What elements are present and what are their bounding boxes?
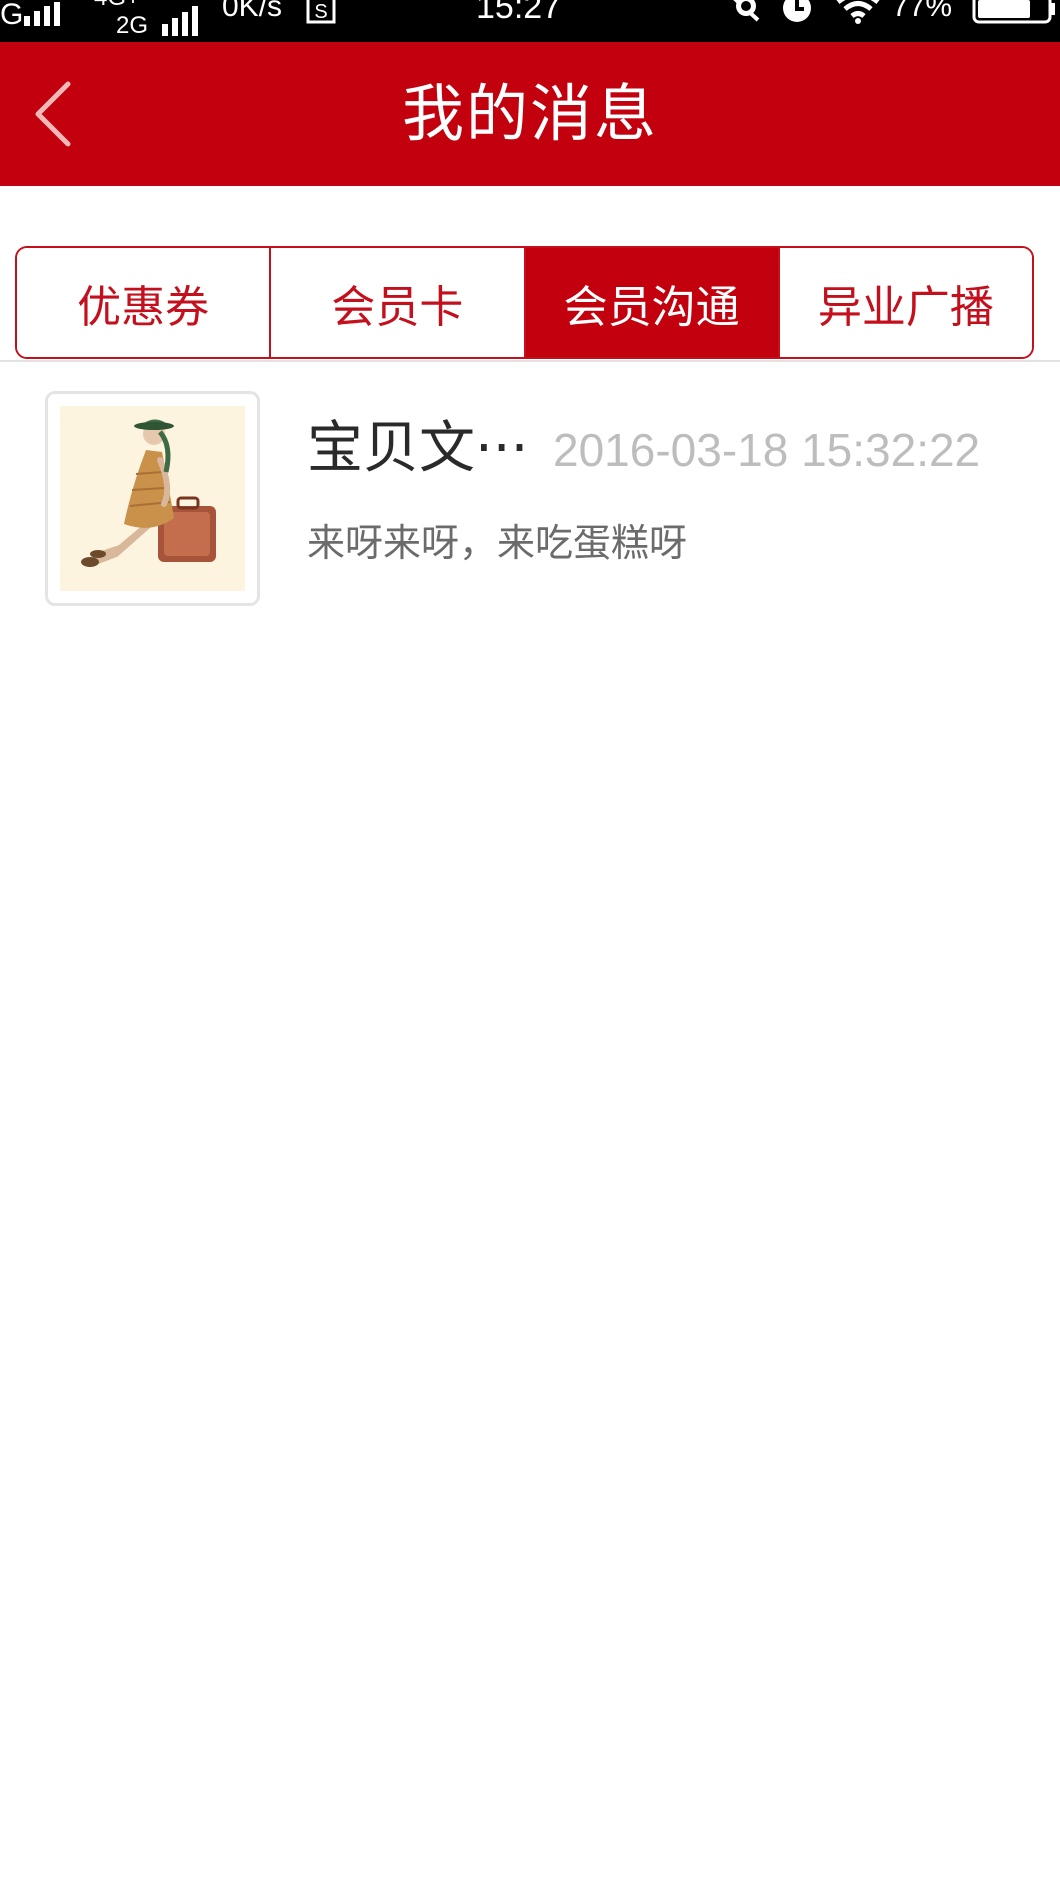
storage-s-icon: S	[306, 0, 336, 24]
tab-member-card[interactable]: 会员卡	[271, 248, 526, 357]
message-sender: 宝贝文···	[307, 416, 529, 481]
message-list-item[interactable]: 宝贝文··· 2016-03-18 15:32:22 来呀来呀，来吃蛋糕呀	[0, 362, 1060, 622]
wifi-icon	[836, 0, 880, 24]
tab-coupons[interactable]: 优惠券	[17, 248, 272, 357]
page-title: 我的消息	[401, 77, 658, 150]
avatar-illustration	[60, 406, 245, 591]
signal-strength-icon-2	[162, 6, 198, 36]
category-tabs: 优惠券 会员卡 会员沟通 异业广播	[15, 246, 1034, 359]
signal-label: G	[0, 0, 24, 31]
message-timestamp: 2016-03-18 15:32:22	[553, 424, 981, 476]
avatar	[45, 391, 260, 606]
svg-text:S: S	[314, 1, 327, 23]
network-type-bottom: 2G	[116, 12, 149, 39]
battery-percent: 77%	[892, 0, 953, 23]
message-preview: 来呀来呀，来吃蛋糕呀	[307, 521, 688, 565]
tab-member-communication[interactable]: 会员沟通	[525, 248, 780, 357]
battery-icon	[972, 0, 1055, 24]
app-header: 我的消息	[0, 42, 1060, 186]
network-speed: 0K/s	[222, 0, 283, 23]
alarm-clock-icon	[783, 0, 811, 22]
vibrate-icon	[733, 0, 760, 22]
network-type-top: 4G+	[94, 0, 140, 10]
signal-strength-icon	[24, 2, 60, 26]
status-bar: G 4G+ 2G 0K/s S 15:27 77%	[0, 0, 1060, 42]
clock: 15:27	[476, 0, 562, 26]
tab-cross-industry-broadcast[interactable]: 异业广播	[779, 248, 1032, 357]
